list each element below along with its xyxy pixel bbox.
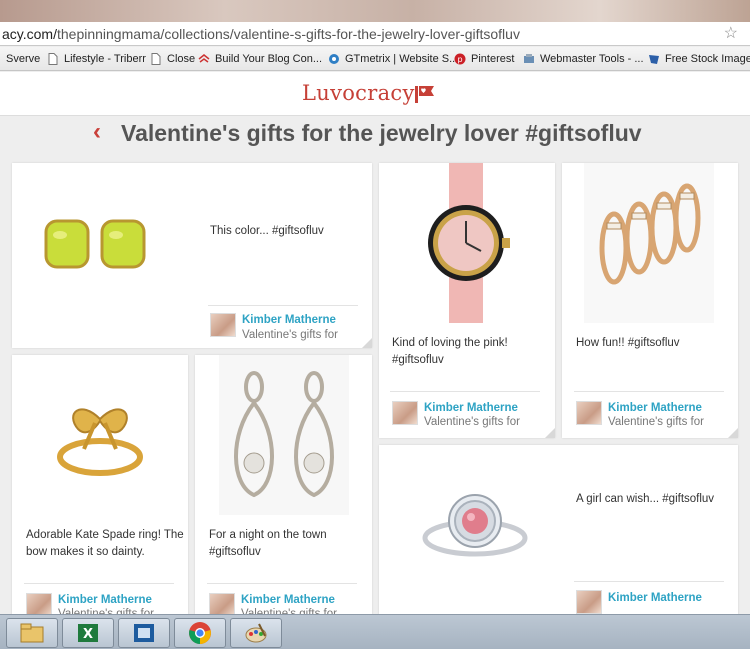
bookmark-webmaster-tools[interactable]: Webmaster Tools - ... [523,47,644,70]
bow-ring-image [57,408,143,476]
card-divider [208,305,358,306]
username-link[interactable]: Kimber Matherne [608,402,702,414]
file-explorer-icon [20,623,44,643]
bookmark-build-your-blog[interactable]: Build Your Blog Con... [198,47,322,70]
taskbar-app[interactable] [118,618,170,648]
browser-top-strip [0,0,750,22]
app-icon [134,624,154,642]
address-bar[interactable]: acy.com/thepinningmama/collections/valen… [0,22,750,46]
item-card-earrings[interactable]: This color... #giftsofluv Kimber Mathern… [12,163,372,348]
bookmark-free-stock-images[interactable]: Free Stock Images, [648,47,750,70]
url-path: thepinningmama/collections/valentine-s-g… [56,26,520,42]
luvocracy-flag-icon [415,86,434,103]
card-corner-fold [728,428,738,438]
bookmark-close[interactable]: Close [150,47,195,70]
earrings-image [44,219,146,269]
taskbar-file-explorer[interactable] [6,618,58,648]
url-domain: acy.com/ [2,26,57,42]
taskbar-excel[interactable]: X [62,618,114,648]
card-corner-fold [545,428,555,438]
avatar[interactable] [576,401,602,425]
pink-watch-image [428,163,510,323]
svg-text:X: X [83,627,93,642]
avatar[interactable] [576,590,602,614]
item-card-drop-earrings[interactable]: For a night on the town #giftsofluv Kimb… [195,355,372,620]
collection-title-row: ‹ Valentine's gifts for the jewelry love… [0,116,750,156]
bookmark-sverve[interactable]: Sverve [6,47,40,70]
pinterest-icon: p [454,53,466,65]
username-link[interactable]: Kimber Matherne [424,402,518,414]
item-card-pink-diamond-ring[interactable]: A girl can wish... #giftsofluv Kimber Ma… [379,445,738,615]
page-icon [48,53,58,65]
card-divider [207,583,357,584]
drop-earrings-image [219,355,349,515]
gtmetrix-icon [329,54,339,64]
excel-icon: X [78,624,98,642]
bookmark-star-icon[interactable]: ☆ [724,22,738,46]
blog-icon [198,54,210,63]
pink-diamond-ring-image [422,494,528,557]
collection-link[interactable]: Valentine's gifts for [424,416,520,428]
bookmarks-bar: Sverve Lifestyle - Triberr Close Build Y… [0,47,750,71]
username-link[interactable]: Kimber Matherne [242,314,336,326]
taskbar-chrome[interactable] [174,618,226,648]
avatar[interactable] [392,401,418,425]
bookmark-gtmetrix[interactable]: GTmetrix | Website S... [328,47,458,70]
collection-title: Valentine's gifts for the jewelry lover … [121,120,642,146]
card-divider [390,391,540,392]
bookmark-triberr[interactable]: Lifestyle - Triberr [47,47,146,70]
back-chevron-icon[interactable]: ‹ [93,118,101,146]
stacked-rings-image [584,163,714,323]
avatar[interactable] [210,313,236,337]
item-caption: Kind of loving the pink! #giftsofluv [392,337,508,366]
card-divider [24,583,174,584]
item-caption: How fun!! #giftsofluv [576,337,680,349]
stock-icon [649,55,659,64]
svg-text:p: p [457,55,462,64]
item-caption: Adorable Kate Spade ring! The bow makes … [26,529,184,558]
bookmark-pinterest[interactable]: p Pinterest [454,47,514,70]
username-link[interactable]: Kimber Matherne [58,594,152,606]
item-card-rings[interactable]: How fun!! #giftsofluv Kimber Matherne Va… [562,163,738,438]
item-caption: This color... #giftsofluv [210,225,324,237]
username-link[interactable]: Kimber Matherne [241,594,335,606]
site-logo[interactable]: Luvocracy [302,81,415,105]
site-header: Luvocracy [0,72,750,116]
windows-taskbar: X [0,614,750,649]
collection-link[interactable]: Valentine's gifts for [608,416,704,428]
item-card-bow-ring[interactable]: Adorable Kate Spade ring! The bow makes … [12,355,188,620]
item-caption: A girl can wish... #giftsofluv [576,493,715,505]
username-link[interactable]: Kimber Matherne [608,592,702,604]
webmaster-icon [524,54,534,63]
page-icon [151,53,161,65]
card-divider [574,391,724,392]
card-divider [574,581,724,582]
chrome-icon [189,622,211,644]
paint-icon [245,623,267,643]
collection-link[interactable]: Valentine's gifts for [242,329,338,341]
item-card-pink-watch[interactable]: Kind of loving the pink! #giftsofluv Kim… [379,163,555,438]
item-caption: For a night on the town #giftsofluv [209,529,327,558]
taskbar-paint[interactable] [230,618,282,648]
card-corner-fold [362,338,372,348]
